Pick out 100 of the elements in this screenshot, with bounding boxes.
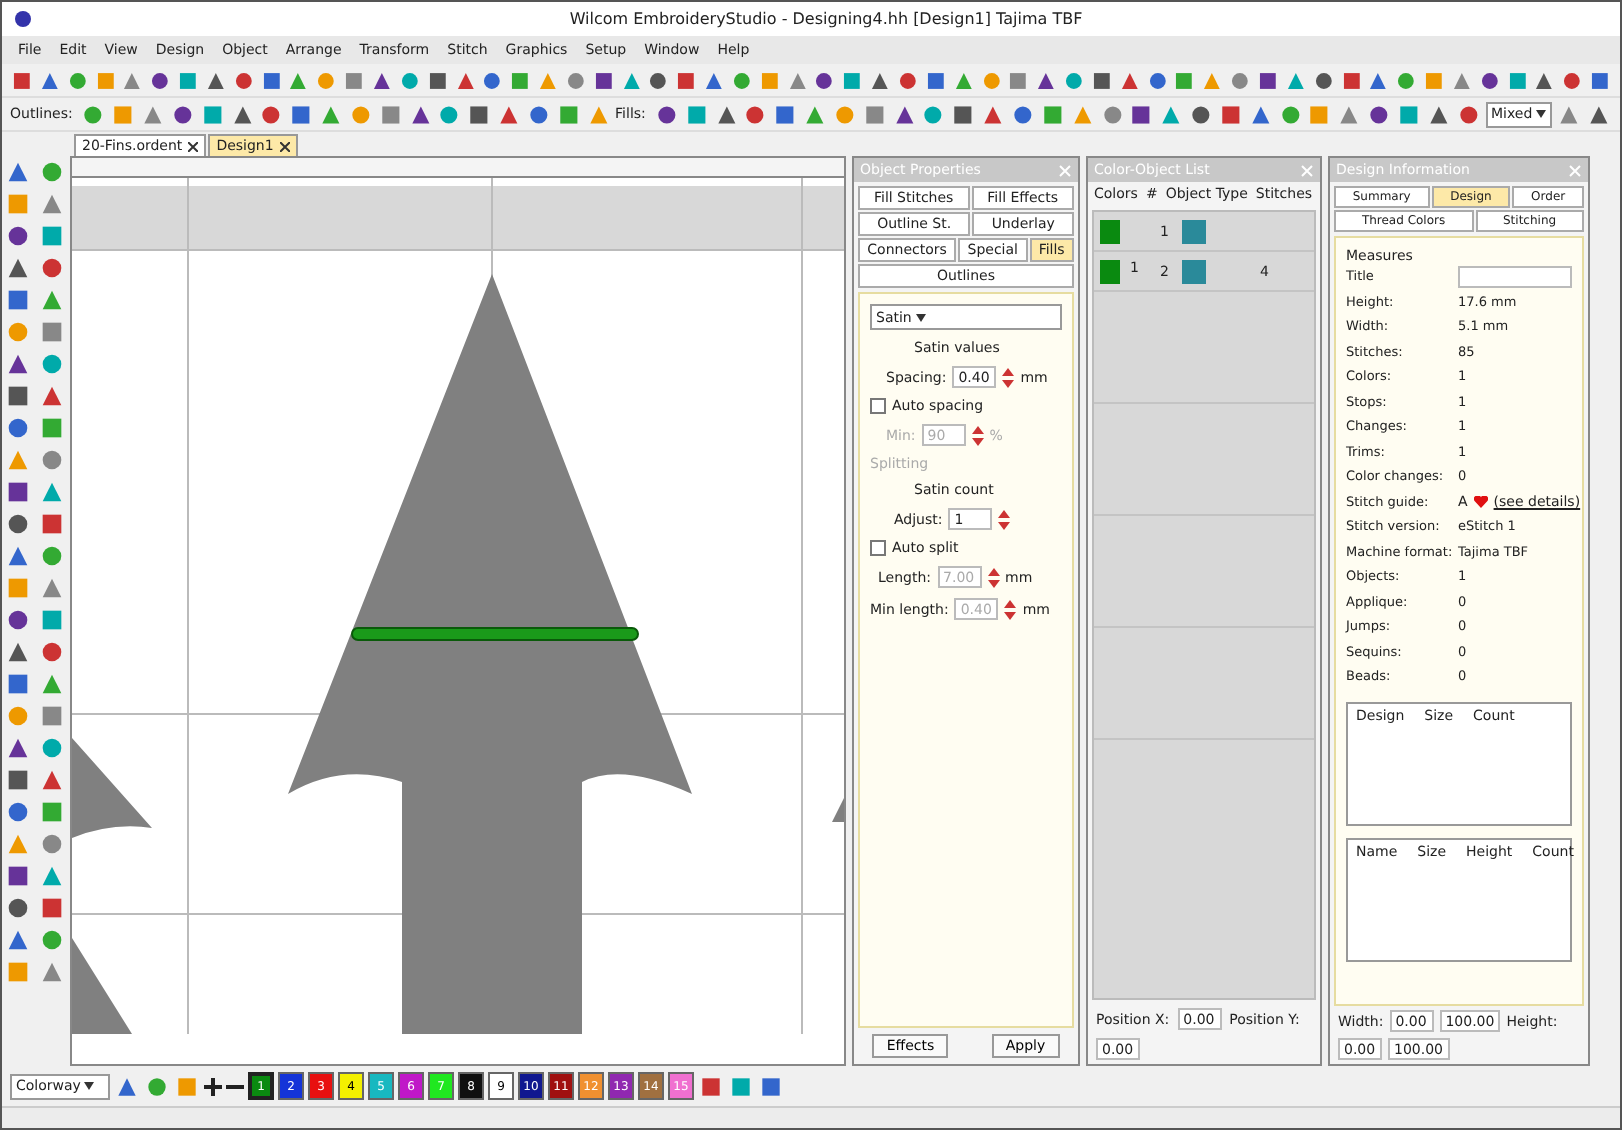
tool-icon[interactable]: [38, 574, 66, 602]
color-swatch-icon[interactable]: [1100, 219, 1120, 243]
tool-icon[interactable]: [148, 67, 173, 93]
tool-icon[interactable]: [169, 101, 196, 127]
tool-icon[interactable]: [896, 67, 920, 93]
tool-icon[interactable]: [38, 318, 66, 346]
tool-icon[interactable]: [713, 101, 739, 127]
tool-icon[interactable]: [1560, 67, 1585, 93]
tool-icon[interactable]: [425, 67, 449, 93]
tool-icon[interactable]: [674, 67, 699, 93]
tool-icon[interactable]: [1188, 101, 1214, 127]
tool-icon[interactable]: [646, 67, 671, 93]
tool-icon[interactable]: [4, 510, 32, 538]
spinner-icon[interactable]: [1002, 367, 1015, 387]
tool-icon[interactable]: [4, 542, 32, 570]
tool-icon[interactable]: [1311, 67, 1335, 93]
tool-icon[interactable]: [4, 670, 32, 698]
color-swatch-icon[interactable]: [1100, 259, 1120, 283]
tool-icon[interactable]: [4, 862, 32, 890]
tool-icon[interactable]: [140, 101, 166, 127]
tool-icon[interactable]: [591, 67, 616, 93]
tool-icon[interactable]: [4, 286, 32, 314]
tool-icon[interactable]: [259, 67, 283, 93]
tool-icon[interactable]: [772, 101, 799, 127]
tool-icon[interactable]: [1010, 101, 1036, 127]
tool-icon[interactable]: [1339, 67, 1363, 93]
tool-icon[interactable]: [1255, 67, 1280, 93]
tool-icon[interactable]: [377, 101, 404, 127]
tool-icon[interactable]: [1006, 67, 1031, 93]
tool-icon[interactable]: [4, 254, 32, 282]
tool-icon[interactable]: [496, 101, 522, 127]
tool-icon[interactable]: [653, 101, 680, 127]
tool-icon[interactable]: [4, 766, 32, 794]
tool-icon[interactable]: [38, 830, 66, 858]
tool-icon[interactable]: [980, 101, 1007, 127]
tool-icon[interactable]: [861, 101, 888, 127]
tool-icon[interactable]: [4, 798, 32, 826]
tool-icon[interactable]: [38, 766, 66, 794]
tool-icon[interactable]: [1089, 67, 1114, 93]
tool-icon[interactable]: [1425, 101, 1452, 127]
tool-icon[interactable]: [38, 446, 66, 474]
spinner-icon[interactable]: [1004, 599, 1017, 619]
tool-icon[interactable]: [923, 67, 948, 93]
tool-icon[interactable]: [526, 101, 552, 127]
checkbox[interactable]: [870, 540, 886, 556]
tool-icon[interactable]: [4, 158, 32, 186]
tool-icon[interactable]: [258, 101, 285, 127]
tool-icon[interactable]: [1586, 101, 1612, 127]
tool-icon[interactable]: [1455, 101, 1482, 127]
tool-icon[interactable]: [38, 510, 66, 538]
tool-icon[interactable]: [229, 101, 255, 127]
tool-icon[interactable]: [812, 67, 837, 93]
tool-icon[interactable]: [10, 67, 34, 93]
tool-icon[interactable]: [1145, 67, 1169, 93]
checkbox[interactable]: [870, 398, 886, 414]
tool-icon[interactable]: [4, 350, 32, 378]
plus-icon[interactable]: [204, 1077, 222, 1095]
spinner-icon[interactable]: [971, 425, 984, 445]
tool-icon[interactable]: [758, 1073, 784, 1099]
tool-icon[interactable]: [342, 67, 366, 93]
tool-icon[interactable]: [4, 926, 32, 954]
close-icon[interactable]: [188, 141, 199, 151]
tool-icon[interactable]: [466, 101, 493, 127]
tool-icon[interactable]: [4, 478, 32, 506]
tool-icon[interactable]: [38, 254, 66, 282]
tool-icon[interactable]: [4, 734, 32, 762]
tool-icon[interactable]: [742, 101, 769, 127]
tool-icon[interactable]: [4, 382, 32, 410]
tool-icon[interactable]: [4, 894, 32, 922]
title-field[interactable]: [1458, 265, 1572, 288]
tool-icon[interactable]: [38, 894, 66, 922]
tool-icon[interactable]: [1366, 101, 1392, 127]
spinner-icon[interactable]: [998, 509, 1011, 529]
tool-icon[interactable]: [38, 702, 66, 730]
tool-icon[interactable]: [1099, 101, 1125, 127]
tool-icon[interactable]: [4, 638, 32, 666]
tool-icon[interactable]: [891, 101, 917, 127]
tool-icon[interactable]: [1556, 101, 1583, 127]
tool-icon[interactable]: [231, 67, 256, 93]
tool-icon[interactable]: [1128, 101, 1155, 127]
tool-icon[interactable]: [1477, 67, 1502, 93]
tool-icon[interactable]: [288, 101, 315, 127]
tool-icon[interactable]: [38, 958, 66, 986]
tool-icon[interactable]: [1217, 101, 1244, 127]
tool-icon[interactable]: [1228, 67, 1252, 93]
tool-icon[interactable]: [1247, 101, 1274, 127]
tool-icon[interactable]: [4, 414, 32, 442]
tool-icon[interactable]: [38, 638, 66, 666]
tool-icon[interactable]: [4, 606, 32, 634]
tool-icon[interactable]: [38, 382, 66, 410]
close-icon[interactable]: [279, 141, 290, 151]
tool-icon[interactable]: [38, 190, 66, 218]
tool-icon[interactable]: [1336, 101, 1363, 127]
tool-icon[interactable]: [114, 1073, 140, 1099]
tool-icon[interactable]: [563, 67, 588, 93]
tool-icon[interactable]: [407, 101, 433, 127]
tool-icon[interactable]: [698, 1073, 724, 1099]
tool-icon[interactable]: [480, 67, 505, 93]
tool-icon[interactable]: [1588, 67, 1612, 93]
tool-icon[interactable]: [950, 101, 977, 127]
